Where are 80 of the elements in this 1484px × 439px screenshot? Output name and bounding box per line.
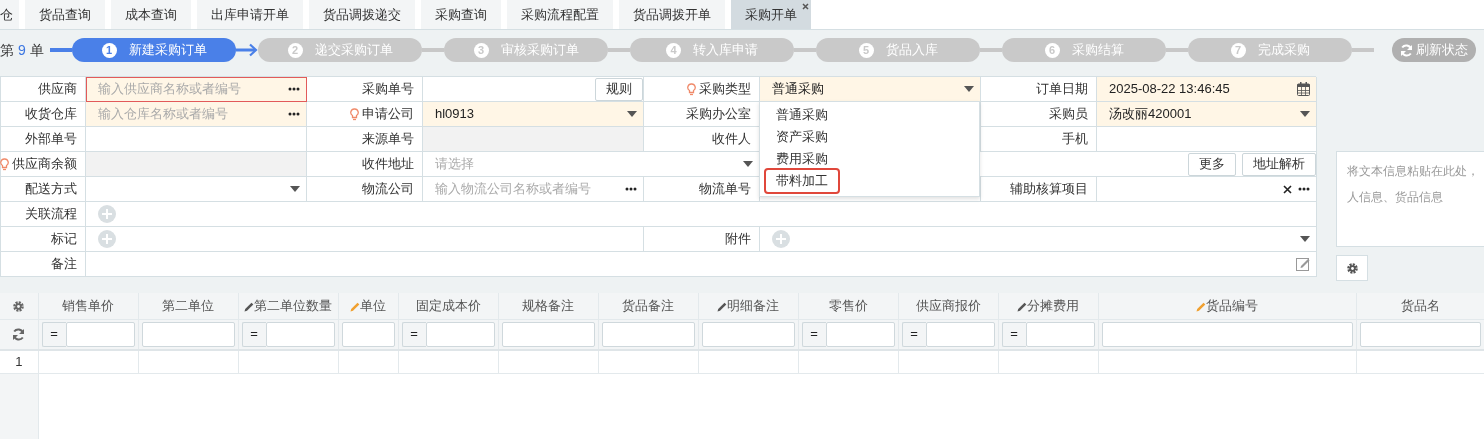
- input-field[interactable]: [86, 152, 307, 177]
- tab[interactable]: 货品调拨开单: [619, 0, 725, 29]
- input-field[interactable]: [760, 227, 1317, 252]
- input-field[interactable]: 2025-08-22 13:46:45: [1097, 77, 1317, 102]
- field-label: 供应商余额: [12, 155, 77, 174]
- field-label: 申请公司: [362, 105, 414, 124]
- filter-field[interactable]: [65, 321, 135, 347]
- settings-icon: [12, 300, 26, 314]
- field-label: 附件: [725, 230, 751, 249]
- field-label: 物流公司: [362, 180, 414, 199]
- filter-field[interactable]: [925, 321, 995, 347]
- settings-icon: [1345, 261, 1359, 275]
- filter-field[interactable]: [601, 321, 695, 347]
- tab[interactable]: 成本查询: [111, 0, 191, 29]
- dropdown-option[interactable]: 带料加工: [764, 168, 840, 194]
- filter-field[interactable]: [501, 321, 595, 347]
- field-label: 标记: [51, 230, 77, 249]
- refresh-icon: [1400, 43, 1413, 57]
- input-field[interactable]: [86, 177, 307, 202]
- field-label: 收货仓库: [25, 105, 77, 124]
- input-field[interactable]: 规则: [423, 77, 644, 102]
- field-label: 辅助核算项目: [1010, 180, 1088, 199]
- field-label: 外部单号: [25, 130, 77, 149]
- field-label: 供应商: [38, 80, 77, 99]
- field-label: 采购办公室: [686, 105, 751, 124]
- operator-label: =: [1001, 321, 1026, 347]
- field-label: 配送方式: [25, 180, 77, 199]
- filter-field[interactable]: [425, 321, 495, 347]
- rule-button[interactable]: 规则: [595, 77, 643, 101]
- arrow-icon: [236, 43, 258, 57]
- filter-field[interactable]: [1101, 321, 1353, 347]
- input-field[interactable]: [86, 227, 644, 252]
- field-label: 物流单号: [699, 180, 751, 199]
- field-label: 手机: [1062, 130, 1088, 149]
- field-label: 备注: [51, 255, 77, 274]
- field-label: 采购员: [1049, 105, 1088, 124]
- filter-field[interactable]: [1025, 321, 1095, 347]
- filter-field[interactable]: [825, 321, 895, 347]
- field-label: 来源单号: [362, 130, 414, 149]
- field-label: 采购类型: [699, 80, 751, 99]
- input-field[interactable]: [1097, 127, 1317, 152]
- filter-field[interactable]: [701, 321, 795, 347]
- field-label: 采购单号: [362, 80, 414, 99]
- operator-label: =: [901, 321, 926, 347]
- operator-label: =: [241, 321, 266, 347]
- filter-field[interactable]: [265, 321, 335, 347]
- settings-button[interactable]: [1336, 255, 1368, 281]
- operator-label: =: [41, 321, 66, 347]
- tab[interactable]: 仓: [0, 0, 19, 29]
- operator-label: =: [401, 321, 426, 347]
- tab[interactable]: 出库申请开单: [197, 0, 303, 29]
- input-field[interactable]: 汤改丽420001: [1097, 102, 1317, 127]
- action-button[interactable]: 更多: [1188, 152, 1236, 176]
- tab[interactable]: 货品调拨递交: [309, 0, 415, 29]
- field-label: 订单日期: [1036, 80, 1088, 99]
- column-header[interactable]: 货品名: [1400, 298, 1440, 313]
- field-label: 收件地址: [362, 155, 414, 174]
- refresh-icon: [12, 328, 26, 342]
- filter-field[interactable]: [1359, 321, 1481, 347]
- input-field[interactable]: hl0913: [423, 102, 644, 127]
- action-button[interactable]: 地址解析: [1242, 152, 1316, 176]
- tab[interactable]: 采购开单: [731, 0, 811, 29]
- input-field[interactable]: [86, 202, 1317, 227]
- tab[interactable]: 采购流程配置: [507, 0, 613, 29]
- input-field[interactable]: [1097, 177, 1317, 202]
- filter-field[interactable]: [341, 321, 395, 347]
- tab[interactable]: 采购查询: [421, 0, 501, 29]
- input-field[interactable]: [86, 127, 307, 152]
- step-pill: 1 新建采购订单: [72, 38, 236, 62]
- field-label: 关联流程: [25, 205, 77, 224]
- order-count: 第 9 单: [0, 40, 45, 60]
- input-field[interactable]: 普通采购: [760, 77, 981, 102]
- filter-field[interactable]: [141, 321, 235, 347]
- tab[interactable]: 货品查询: [25, 0, 105, 29]
- column-header[interactable]: 货品编号: [1196, 298, 1258, 313]
- operator-label: =: [801, 321, 826, 347]
- input-field[interactable]: [423, 127, 644, 152]
- field-label: 收件人: [712, 130, 751, 149]
- input-field[interactable]: [86, 252, 1317, 277]
- row-number: 1: [15, 354, 23, 369]
